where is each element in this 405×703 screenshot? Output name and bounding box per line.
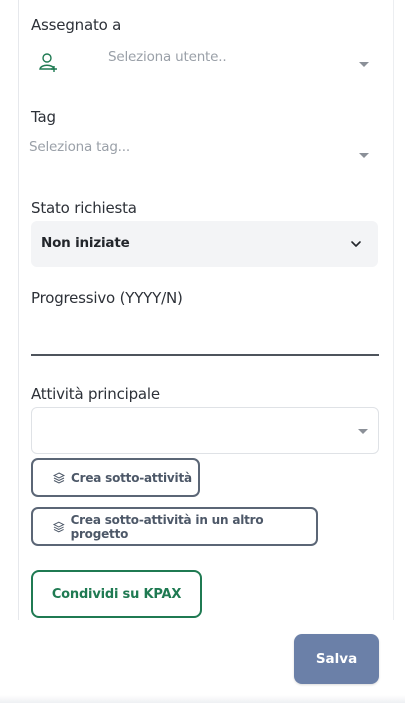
create-subtask-button[interactable]: Crea sotto-attività [31, 458, 200, 497]
progressive-label: Progressivo (YYYY/N) [31, 289, 183, 307]
progressive-input-underline [31, 354, 379, 356]
main-activity-label: Attività principale [31, 385, 160, 403]
share-kpax-label: Condividi su KPAX [51, 586, 182, 602]
caret-down-icon [359, 62, 369, 67]
assigned-to-placeholder: Seleziona utente.. [108, 49, 227, 65]
save-button[interactable]: Salva [294, 634, 379, 684]
progressive-input[interactable] [31, 318, 379, 354]
bottom-divider [0, 695, 405, 703]
add-user-icon [39, 53, 57, 72]
form-panel-right-border [393, 0, 394, 620]
tag-label: Tag [31, 108, 56, 126]
layers-icon [53, 521, 65, 532]
main-activity-select[interactable] [31, 407, 379, 454]
save-label: Salva [315, 651, 358, 667]
status-selected-value: Non iniziate [41, 235, 130, 251]
create-subtask-other-project-label: Crea sotto-attività in un altro progetto [70, 512, 264, 541]
share-kpax-button[interactable]: Condividi su KPAX [31, 570, 202, 618]
create-subtask-other-project-button[interactable]: Crea sotto-attività in un altro progetto [31, 507, 318, 546]
status-label: Stato richiesta [31, 199, 137, 217]
chevron-down-icon [351, 241, 361, 247]
tag-placeholder: Seleziona tag... [29, 139, 130, 155]
caret-down-icon [358, 429, 368, 434]
assigned-to-label: Assegnato a [31, 16, 122, 34]
assigned-to-select[interactable]: Seleziona utente.. [31, 44, 379, 80]
layers-icon [53, 471, 65, 484]
create-subtask-label: Crea sotto-attività [71, 470, 192, 485]
caret-down-icon [359, 153, 369, 158]
form-panel-left-border [18, 0, 19, 620]
tag-select[interactable]: Seleziona tag... [29, 136, 379, 166]
status-select[interactable]: Non iniziate [31, 221, 378, 267]
